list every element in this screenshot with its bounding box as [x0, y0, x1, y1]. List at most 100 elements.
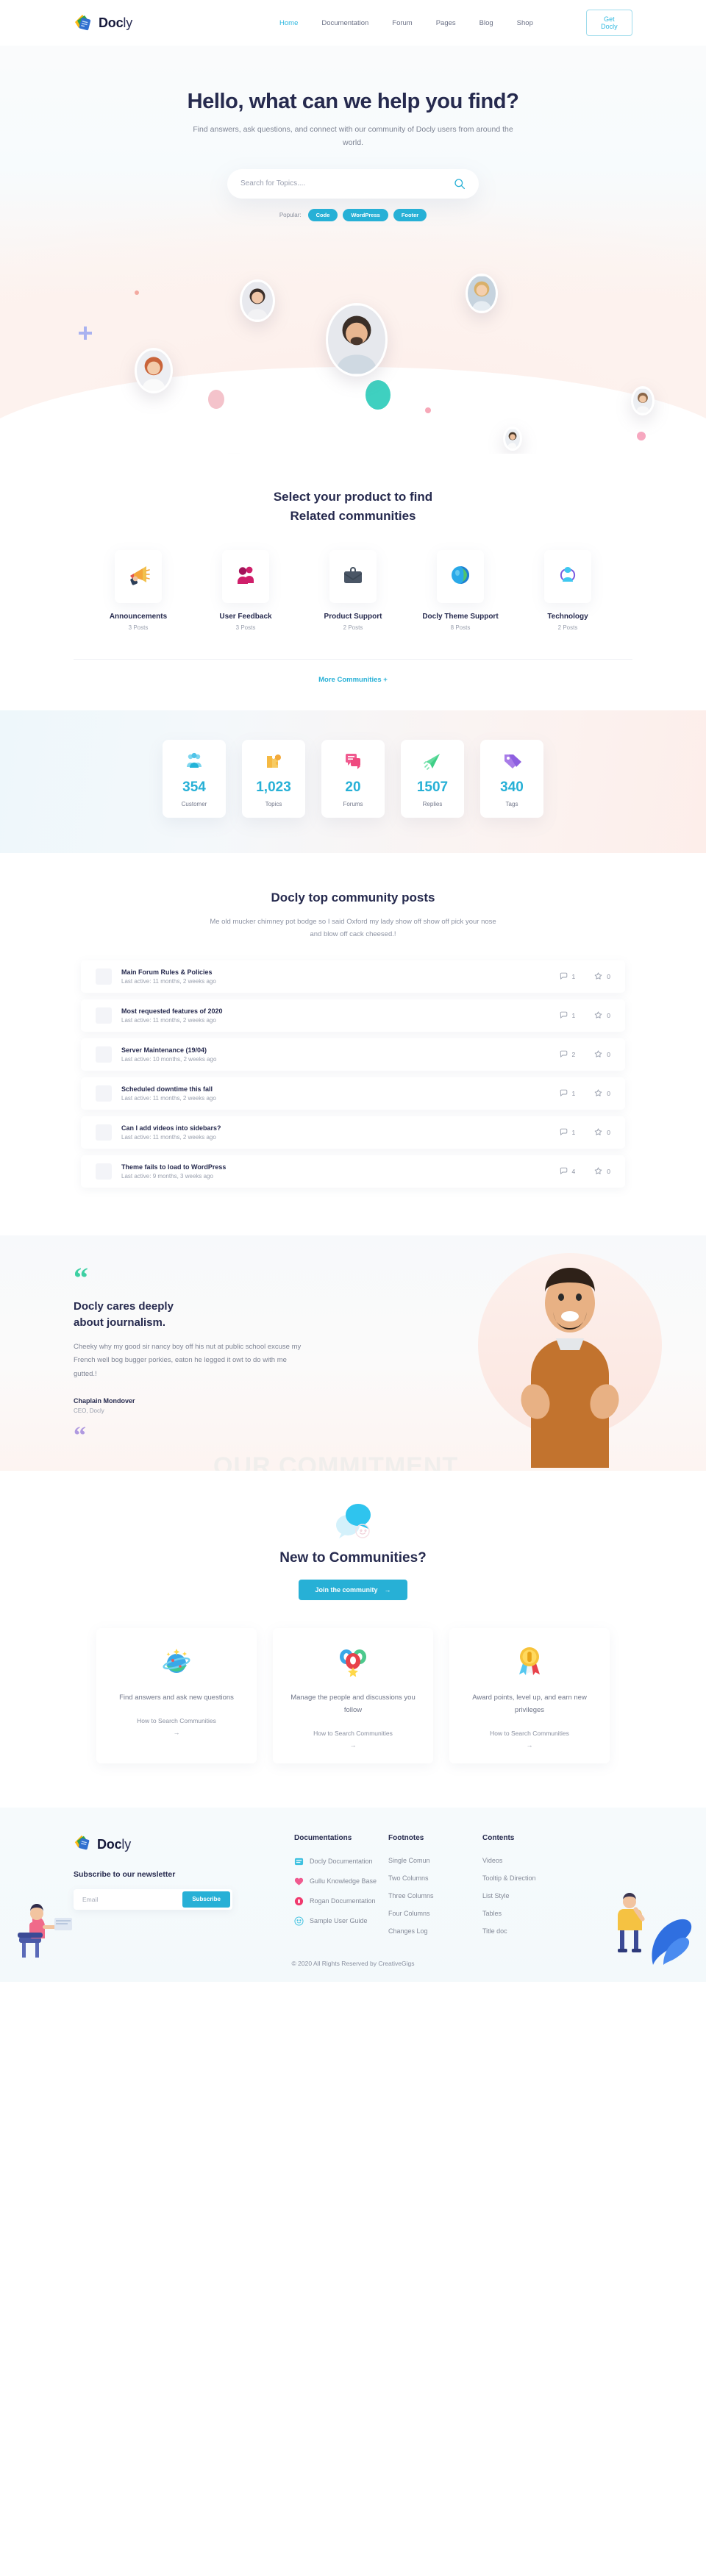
stat-value: 1,023 [256, 779, 291, 795]
avatar-4[interactable] [466, 274, 498, 313]
nav-item-shop[interactable]: Shop [517, 19, 533, 27]
site-header: Docly Home Documentation Forum Pages Blo… [0, 0, 706, 46]
avatar-3-featured[interactable] [326, 303, 388, 377]
hero-title: Hello, what can we help you find? [187, 90, 519, 113]
footer-link-gullu-knowledge-base[interactable]: Gullu Knowledge Base [294, 1877, 388, 1886]
subscribe-button[interactable]: Subscribe [182, 1891, 230, 1908]
table-row[interactable]: Main Forum Rules & Policies Last active:… [81, 960, 625, 993]
popular-label: Popular: [279, 211, 302, 218]
feature-link[interactable]: How to Search Communities [463, 1730, 596, 1737]
footer-link-videos[interactable]: Videos [482, 1857, 593, 1864]
footer-link-docly-documentation[interactable]: Docly Documentation [294, 1857, 388, 1866]
post-stars: 0 [594, 1089, 610, 1097]
product-posts: 3 Posts [128, 624, 149, 631]
comment-count: 1 [571, 972, 576, 980]
join-community-button[interactable]: Join the community → [299, 1579, 407, 1600]
avatar-2[interactable] [135, 348, 173, 393]
nav-item-home[interactable]: Home [279, 19, 298, 27]
quote-open-icon: “ [74, 1260, 88, 1294]
post-meta: Last active: 11 months, 2 weeks ago [121, 1016, 216, 1024]
footer-link-tables[interactable]: Tables [482, 1910, 593, 1917]
avatar-6[interactable] [503, 427, 522, 451]
feature-find-answers[interactable]: Find answers and ask new questions How t… [96, 1627, 257, 1763]
star-count: 0 [607, 972, 610, 980]
footer-logo-link[interactable]: Docly [74, 1834, 294, 1855]
post-thumbnail [96, 1124, 112, 1141]
smiley-icon [294, 1916, 304, 1926]
post-comments: 2 [560, 1050, 576, 1058]
footer-link-changes-log[interactable]: Changes Log [388, 1927, 482, 1935]
avatar-5[interactable] [631, 386, 655, 415]
search-icon[interactable] [454, 178, 466, 190]
product-name: Docly Theme Support [422, 613, 499, 621]
nav-item-pages[interactable]: Pages [436, 19, 456, 27]
nav-item-forum[interactable]: Forum [392, 19, 412, 27]
comment-icon [560, 1128, 567, 1136]
get-docly-button[interactable]: Get Docly [585, 10, 632, 36]
footer-link-rogan-documentation[interactable]: Rogan Documentation [294, 1897, 388, 1906]
product-technology[interactable]: Technology 2 Posts [524, 550, 612, 631]
footer-link-label: Gullu Knowledge Base [310, 1877, 377, 1885]
nav-item-blog[interactable]: Blog [479, 19, 493, 27]
comment-count: 2 [571, 1050, 576, 1058]
table-row[interactable]: Scheduled downtime this fall Last active… [81, 1077, 625, 1110]
feature-manage-people[interactable]: Manage the people and discussions you fo… [273, 1627, 433, 1763]
post-thumbnail [96, 1007, 112, 1024]
feature-text: Award points, level up, and earn new pri… [472, 1693, 587, 1714]
email-field[interactable] [82, 1895, 183, 1903]
table-row[interactable]: Can I add videos into sidebars? Last act… [81, 1116, 625, 1149]
feature-award-points[interactable]: Award points, level up, and earn new pri… [449, 1627, 610, 1763]
post-title: Server Maintenance (19/04) [121, 1046, 207, 1054]
nav-item-documentation[interactable]: Documentation [321, 19, 368, 27]
footer-link-tooltip-direction[interactable]: Tooltip & Direction [482, 1874, 593, 1882]
avatar-1[interactable] [240, 279, 275, 322]
product-announcements[interactable]: Announcements 3 Posts [94, 550, 182, 631]
docly-logo-icon [74, 13, 93, 32]
footer-column-contents: Contents Videos Tooltip & Direction List… [482, 1834, 593, 1935]
table-row[interactable]: Most requested features of 2020 Last act… [81, 999, 625, 1032]
stat-label: Customer [181, 801, 207, 807]
comment-icon [560, 1167, 567, 1175]
post-stars: 0 [594, 1050, 610, 1058]
testimonial-body: Cheeky why my good sir nancy boy off his… [74, 1342, 302, 1378]
stat-value: 20 [345, 779, 361, 795]
product-docly-theme-support[interactable]: Docly Theme Support 8 Posts [416, 550, 504, 631]
stat-customer: 354 Customer [163, 740, 226, 818]
feature-link[interactable]: How to Search Communities [286, 1730, 420, 1737]
footer-link-title-doc[interactable]: Title doc [482, 1927, 593, 1935]
testimonial-role: CEO, Docly [74, 1407, 104, 1415]
feature-text: Manage the people and discussions you fo… [290, 1693, 416, 1714]
features-grid: Find answers and ask new questions How t… [0, 1627, 706, 1763]
feature-link[interactable]: How to Search Communities [110, 1717, 243, 1724]
brand-logo-link[interactable]: Docly [74, 13, 132, 32]
post-title: Scheduled downtime this fall [121, 1085, 213, 1093]
chat-bubbles-icon [0, 1497, 706, 1543]
search-input[interactable] [240, 179, 454, 188]
table-row[interactable]: Server Maintenance (19/04) Last active: … [81, 1038, 625, 1071]
more-communities-link[interactable]: More Communities + [0, 676, 706, 710]
footer-column-title: Footnotes [388, 1833, 424, 1842]
posts-section: Docly top community posts Me old mucker … [0, 853, 706, 1235]
tag-wordpress[interactable]: WordPress [343, 208, 388, 221]
footer-link-three-columns[interactable]: Three Columns [388, 1892, 482, 1899]
footer-link-list-style[interactable]: List Style [482, 1892, 593, 1899]
tag-code[interactable]: Code [307, 208, 338, 221]
hero-search [227, 168, 479, 199]
footer-link-sample-user-guide[interactable]: Sample User Guide [294, 1916, 388, 1926]
decor-dot-2 [208, 390, 224, 409]
tag-footer[interactable]: Footer [393, 208, 427, 221]
footer-link-four-columns[interactable]: Four Columns [388, 1910, 482, 1917]
table-row[interactable]: Theme fails to load to WordPress Last ac… [81, 1155, 625, 1188]
product-product-support[interactable]: Product Support 2 Posts [309, 550, 397, 631]
footer-link-single-comun[interactable]: Single Comun [388, 1857, 482, 1864]
main-nav: Home Documentation Forum Pages Blog Shop… [279, 10, 632, 36]
newsletter-form: Subscribe [74, 1888, 232, 1910]
footer-link-two-columns[interactable]: Two Columns [388, 1874, 482, 1882]
testimonial-person-image [485, 1257, 655, 1471]
testimonial-author: Chaplain Mondover [74, 1397, 135, 1405]
post-meta: Last active: 11 months, 2 weeks ago [121, 1133, 216, 1141]
page-root: Docly Home Documentation Forum Pages Blo… [0, 0, 706, 1982]
products-section: Select your product to find Related comm… [0, 454, 706, 710]
post-title: Can I add videos into sidebars? [121, 1124, 221, 1132]
product-user-feedback[interactable]: User Feedback 3 Posts [202, 550, 290, 631]
